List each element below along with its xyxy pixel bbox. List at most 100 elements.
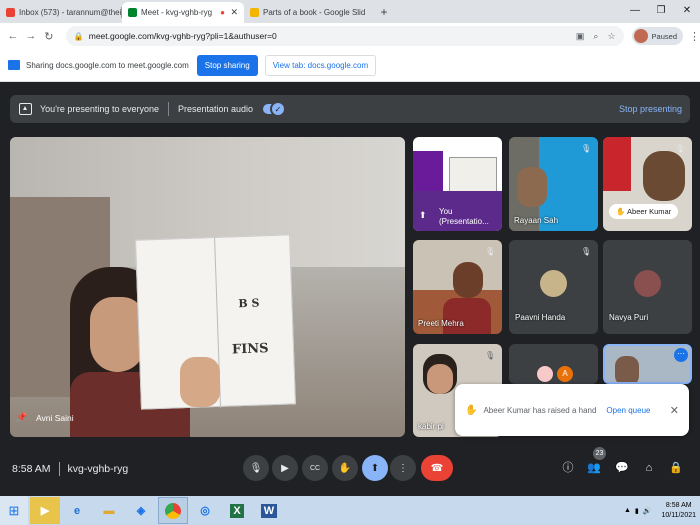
hand-icon: ✋ [338,462,352,474]
close-window-icon[interactable]: ✕ [674,0,700,20]
presenting-bar: You're presenting to everyone Presentati… [10,95,690,123]
raised-hand-notification: ✋ Abeer Kumar has raised a hand Open que… [455,384,689,436]
media-icon: ▶ [40,505,50,517]
store-icon: ◈ [136,505,146,517]
main-video-tile[interactable]: B S FINS 📌 Avni Saini [10,137,405,437]
meeting-time: 8:58 AM [12,462,51,475]
hand-icon: ✋ [465,404,478,416]
taskbar-ie[interactable]: e [62,497,92,524]
more-options-button[interactable]: ⋮ [390,455,416,481]
taskbar-time: 8:58 AM [665,501,692,509]
network-icon[interactable]: ▮ [635,507,639,515]
stop-presenting-button[interactable]: Stop presenting [619,104,682,114]
address-bar-row: ← → ↻ 🔒 meet.google.com/kvg-vghb-ryg?pli… [0,23,700,49]
taskbar-explorer[interactable]: ▬ [94,497,124,524]
people-icon[interactable]: 👥 [586,460,602,476]
close-tab-icon[interactable]: ✕ [226,7,238,18]
close-icon[interactable]: ✕ [670,404,679,417]
browser-menu-icon[interactable]: ⋮ [689,30,700,43]
profile-button[interactable]: Paused [631,27,683,45]
mic-off-icon: 🎙 [485,351,496,360]
zoom-icon[interactable]: ⌕ [593,31,598,42]
view-tab-button[interactable]: View tab: docs.google.com [264,54,377,76]
leave-call-button[interactable]: ☎ [421,455,453,481]
notification-text: Abeer Kumar has raised a hand [483,405,597,415]
screen-share-icon [8,60,20,70]
volume-icon[interactable]: 🔊 [643,507,652,515]
tab-slides[interactable]: Parts of a book - Google Slid ✕ [244,2,370,23]
hand [180,357,220,407]
captions-button[interactable]: CC [302,455,328,481]
word-icon: W [260,503,278,518]
taskbar-app-6[interactable]: ◎ [190,497,220,524]
more-options-icon[interactable]: ⋯ [674,348,688,362]
presentation-audio-toggle[interactable]: ✓ [263,101,287,117]
lock-icon: 🔒 [73,31,84,41]
back-icon[interactable]: ← [4,30,22,42]
tile-self-view[interactable]: ⋯ [603,344,692,384]
raise-hand-button[interactable]: ✋ [332,455,358,481]
url-text: meet.google.com/kvg-vghb-ryg?pli=1&authu… [88,31,277,41]
recording-dot-icon: ● [220,8,225,17]
info-icon[interactable]: ⓘ [560,460,576,476]
new-tab-button[interactable]: + [376,4,392,20]
participant-name: Rayaan Sah [514,216,559,225]
open-queue-button[interactable]: Open queue [606,406,650,415]
internet-explorer-icon: e [73,504,81,517]
tab-meet[interactable]: Meet - kvg-vghb-ryg ● ✕ [122,2,244,23]
mic-icon: 🎙 [249,462,263,474]
more-vert-icon: ⋮ [398,462,408,474]
windows-taskbar: ⊞ ▶ e ▬ ◈ ◎ X W ▲ ▮ 🔊 8:58 AM 10/11/2021 [0,496,700,525]
tile-paavni[interactable]: 🎙 Paavni Handa [509,240,598,334]
taskbar-excel[interactable]: X [222,497,252,524]
participant-name: kabir pl [418,422,444,431]
pin-icon[interactable]: 📌 [16,412,27,423]
profile-status: Paused [651,31,677,41]
taskbar-chrome[interactable] [158,497,188,524]
stop-sharing-button[interactable]: Stop sharing [196,54,258,76]
microphone-button[interactable]: 🎙 [243,455,269,481]
reload-icon[interactable]: ↻ [40,30,58,43]
star-icon[interactable]: ☆ [607,31,615,42]
camera-button[interactable]: ▶ [272,455,298,481]
tile-preeti[interactable]: 🎙 Preeti Mehra [413,240,502,334]
avatar [634,270,661,297]
folder-icon: ▬ [103,504,115,517]
start-button[interactable]: ⊞ [0,496,28,525]
forward-icon[interactable]: → [22,30,40,42]
participant-name: Navya Puri [609,313,649,322]
present-button[interactable]: ⬆ [362,455,388,481]
tile-you[interactable]: ⬆ You (Presentatio... [413,137,502,231]
camera-icon[interactable]: ▣ [576,31,585,42]
activities-icon[interactable]: ⌂ [641,460,657,476]
url-field[interactable]: 🔒 meet.google.com/kvg-vghb-ryg?pli=1&aut… [65,26,624,46]
excel-icon: X [230,503,244,518]
avatar [537,366,553,382]
host-controls-icon[interactable]: 🔒 [668,460,684,476]
tray-expand-icon[interactable]: ▲ [624,507,631,514]
taskbar-word[interactable]: W [254,497,284,524]
tile-group[interactable]: A [509,344,598,384]
captions-icon: CC [309,464,321,472]
tile-abeer[interactable]: 🎙 ✋ Abeer Kumar [603,137,692,231]
minimize-icon[interactable]: — [622,0,648,20]
present-icon [19,103,32,115]
tile-rayaan[interactable]: 🎙 Rayaan Sah [509,137,598,231]
maximize-icon[interactable]: ❐ [648,0,674,20]
chrome-icon [165,502,181,519]
close-tab-icon[interactable]: ✕ [367,7,370,18]
sharing-bar: Sharing docs.google.com to meet.google.c… [0,49,700,82]
meet-icon [128,8,137,17]
participant-name: Paavni Handa [515,313,566,322]
gmail-icon [6,8,15,17]
taskbar-app-4[interactable]: ◈ [126,497,156,524]
taskbar-clock[interactable]: 8:58 AM 10/11/2021 [661,501,696,521]
participant-name: Abeer Kumar [627,207,672,216]
chat-icon[interactable]: 💬 [614,460,630,476]
mic-off-icon: 🎙 [675,144,686,153]
participant-name: Avni Saini [36,413,74,423]
tab-gmail[interactable]: Inbox (573) - tarannum@theindi ✕ [0,2,122,23]
tile-navya[interactable]: Navya Puri [603,240,692,334]
presentation-audio-label: Presentation audio [177,104,254,114]
taskbar-app-1[interactable]: ▶ [30,497,60,524]
